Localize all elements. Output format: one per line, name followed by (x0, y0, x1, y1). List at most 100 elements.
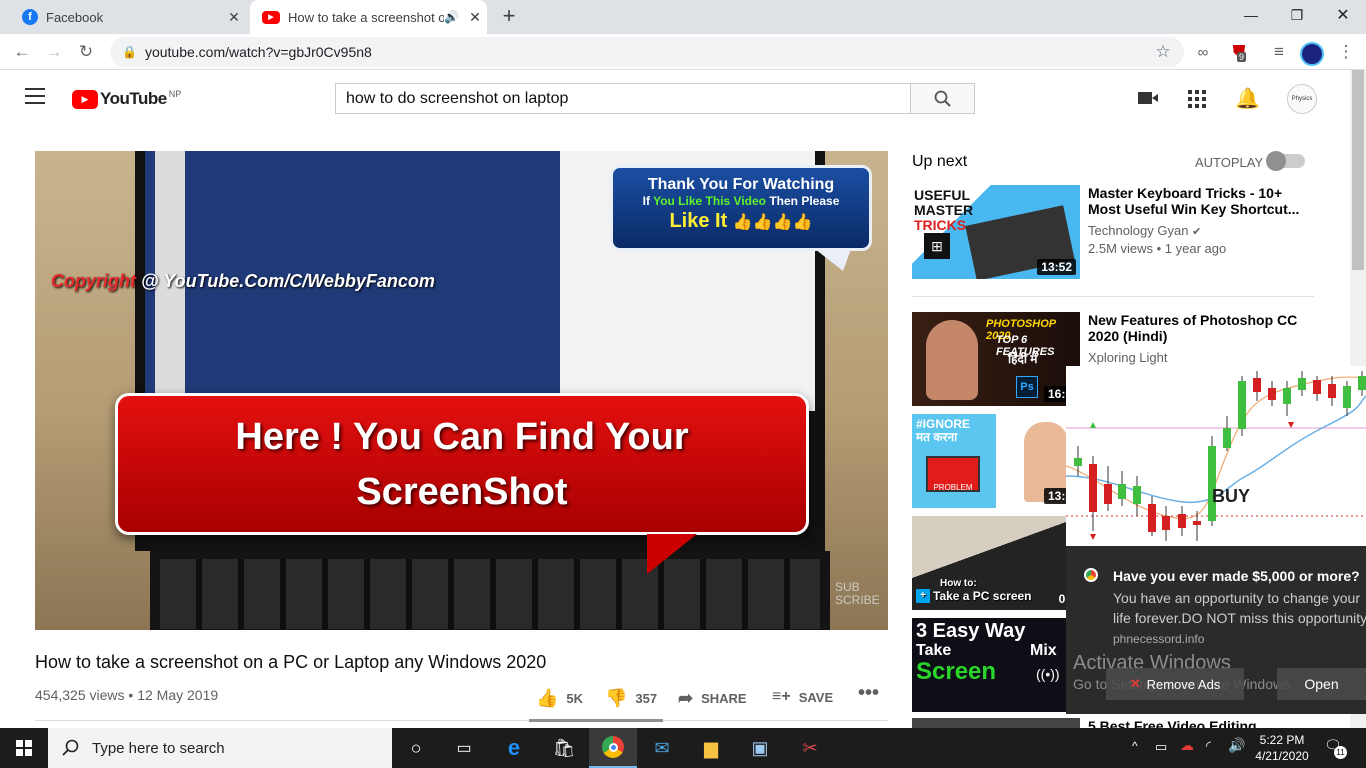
region-code: NP (168, 89, 182, 99)
profile-avatar[interactable] (1300, 42, 1324, 66)
divider (912, 296, 1314, 297)
taskbar-search-box[interactable]: Type here to search (48, 728, 392, 768)
youtube-logo[interactable]: ▶ YouTube NP (72, 89, 181, 109)
battery-icon[interactable]: ▭ (1155, 739, 1167, 755)
video-title[interactable]: 5 Best Free Video Editing (1088, 718, 1308, 728)
share-button[interactable]: ➦ SHARE (678, 688, 747, 709)
playlist-add-icon: ≡+ (772, 688, 791, 705)
cortana-icon[interactable]: ○ (392, 728, 440, 768)
thumb-text: Mix (1030, 642, 1057, 659)
overlay-text: You Like This Video (653, 194, 766, 208)
wifi-icon[interactable]: ◜ (1206, 738, 1211, 754)
channel-name[interactable]: Technology Gyan ✔ (1088, 223, 1201, 238)
save-button[interactable]: ≡+ SAVE (772, 688, 833, 706)
tab-facebook[interactable]: f Facebook ✕ (10, 0, 246, 34)
action-center-icon[interactable]: 🗨 11 (1324, 737, 1347, 759)
windows-logo-icon (16, 740, 32, 756)
view-count: 454,325 views (35, 687, 125, 703)
more-actions-icon[interactable]: ••• (858, 682, 879, 705)
create-video-icon[interactable] (1138, 90, 1160, 106)
video-thumbnail[interactable]: USEFUL MASTER TRICKS ⊞ 13:52 (912, 185, 1080, 279)
start-button[interactable] (0, 728, 48, 768)
video-duration: 13:52 (1037, 259, 1076, 275)
search-button[interactable] (910, 83, 975, 114)
extension-badge: 9 (1237, 52, 1247, 62)
lock-icon: 🔒 (122, 45, 137, 59)
remove-ads-button[interactable]: ✕ Remove Ads (1106, 668, 1244, 700)
youtube-icon: ▶ (262, 10, 280, 24)
url-text: youtube.com/watch?v=gbJr0Cv95n8 (144, 44, 372, 60)
new-tab-button[interactable]: + (497, 5, 521, 29)
divider (35, 720, 888, 721)
video-title[interactable]: Master Keyboard Tricks - 10+ Most Useful… (1088, 185, 1308, 217)
chrome-taskbar-icon[interactable] (589, 728, 637, 768)
taskbar-search-placeholder: Type here to search (92, 739, 225, 757)
media-control-icon[interactable]: ≡ (1265, 38, 1293, 66)
screenshot-banner-overlay: Here ! You Can Find Your ScreenShot (115, 393, 809, 535)
open-button[interactable]: Open (1277, 668, 1366, 700)
minimize-button[interactable]: — (1228, 0, 1274, 30)
search-input[interactable]: how to do screenshot on laptop (335, 83, 911, 114)
banner-tail (647, 534, 737, 574)
verified-icon: ✔ (1192, 226, 1202, 238)
advertisement-chart[interactable]: BUY (1066, 366, 1366, 546)
hamburger-menu-icon[interactable] (25, 88, 45, 104)
up-next-label: Up next (912, 153, 968, 170)
bookmark-star-icon[interactable]: ☆ (1149, 38, 1177, 66)
youtube-play-icon: ▶ (72, 89, 98, 109)
tab-youtube[interactable]: ▶ How to take a screenshot on 🔊 ✕ (250, 0, 487, 34)
video-player[interactable]: Thank You For Watching If You Like This … (35, 151, 888, 630)
forward-button[interactable]: → (40, 38, 68, 66)
speaker-icon[interactable]: 🔊 (444, 10, 459, 24)
video-thumbnail[interactable]: PHOTOSHOP 2020 TOP 6 FEATURES हिंदी में … (912, 312, 1080, 406)
show-hidden-icons[interactable]: ^ (1132, 739, 1138, 753)
thumb-text: मत करना (916, 430, 958, 444)
video-title[interactable]: New Features of Photoshop CC 2020 (Hindi… (1088, 312, 1308, 344)
close-icon[interactable]: ✕ (222, 9, 246, 26)
search-icon (62, 739, 79, 756)
address-bar[interactable]: 🔒 youtube.com/watch?v=gbJr0Cv95n8 (110, 37, 1184, 67)
person-image (926, 320, 978, 400)
photoshop-icon: Ps (1016, 376, 1038, 398)
channel-name[interactable]: Xploring Light (1088, 350, 1168, 365)
notification-body: You have an opportunity to change your l… (1113, 590, 1366, 626)
buy-label: BUY (1212, 486, 1251, 506)
notifications-bell-icon[interactable]: 🔔 (1235, 86, 1260, 111)
autoplay-toggle[interactable] (1266, 151, 1305, 171)
video-thumbnail[interactable] (912, 718, 1080, 728)
shield-extension-icon[interactable]: ⛊ 9 (1225, 38, 1253, 66)
restore-button[interactable]: ❐ (1274, 0, 1320, 30)
apps-grid-icon[interactable] (1188, 90, 1206, 108)
facebook-icon: f (22, 9, 38, 25)
like-button[interactable]: 👍 5K (536, 688, 583, 709)
close-window-button[interactable]: ✕ (1320, 0, 1366, 30)
close-icon[interactable]: ✕ (463, 9, 487, 26)
channel-name-text: Technology Gyan (1088, 223, 1189, 238)
recommended-video[interactable]: USEFUL MASTER TRICKS ⊞ 13:52 Master Keyb… (912, 185, 1312, 279)
snipping-tool-icon[interactable]: ✂ (786, 728, 834, 768)
reload-button[interactable]: ↻ (72, 38, 100, 66)
video-thumbnail[interactable]: #IGNORE मत करना PROBLEM 13:3 (912, 414, 1080, 508)
mail-icon[interactable]: ✉ (638, 728, 686, 768)
extension-icon[interactable]: ∞ (1189, 38, 1217, 66)
dislike-button[interactable]: 👎 357 (605, 688, 657, 709)
recommended-video[interactable]: 5 Best Free Video Editing (912, 718, 1312, 728)
edge-icon[interactable]: e (490, 728, 538, 768)
search-icon (934, 90, 951, 107)
push-notification[interactable]: Have you ever made $5,000 or more? You h… (1066, 546, 1366, 714)
back-button[interactable]: ← (8, 38, 36, 66)
thumb-text: USEFUL (914, 187, 970, 203)
video-thumbnail[interactable]: 3 Easy Way Take Screen Mix ((•)) (912, 618, 1080, 712)
account-avatar[interactable]: Physics (1287, 84, 1317, 114)
menu-kebab-icon[interactable]: ⋮ (1332, 38, 1360, 66)
thumb-text: हिंदी में (1008, 352, 1038, 366)
file-explorer-icon[interactable]: ▆ (687, 728, 735, 768)
tab-title: How to take a screenshot on (288, 9, 445, 25)
task-view-icon[interactable]: ▭ (440, 728, 488, 768)
clock[interactable]: 5:22 PM 4/21/2020 (1254, 732, 1310, 764)
photos-icon[interactable]: ▣ (736, 728, 784, 768)
video-thumbnail[interactable]: How to: + Take a PC screen 0:3 (912, 516, 1080, 610)
store-icon[interactable]: 🛍 (540, 728, 588, 768)
volume-icon[interactable]: 🔊 (1228, 737, 1245, 754)
network-error-icon[interactable]: ☁ (1180, 737, 1194, 754)
